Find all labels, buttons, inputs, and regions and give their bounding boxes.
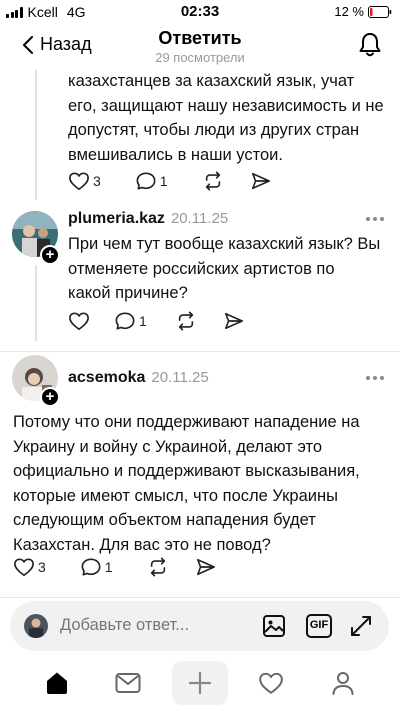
tab-create[interactable] [172, 661, 228, 705]
thread-line [35, 265, 37, 341]
status-right: 12 % [334, 4, 392, 19]
username[interactable]: acsemoka [68, 369, 145, 387]
own-avatar [24, 614, 48, 638]
plus-icon [189, 672, 211, 694]
tab-inbox[interactable] [100, 661, 156, 705]
expand-icon [351, 616, 371, 636]
thread-line [35, 70, 37, 200]
comment-text: Потому что они поддерживают нападение на… [13, 410, 360, 557]
divider [0, 351, 400, 352]
send-icon [224, 312, 243, 330]
comment-line: Казахстан. Для вас это не повод? [13, 535, 271, 554]
share-button[interactable] [223, 311, 245, 331]
repost-icon [150, 557, 165, 577]
comment-line: которые имеют смысл, что после Украины [13, 486, 338, 505]
page-title: Ответить [158, 28, 242, 48]
heart-icon [14, 558, 34, 576]
like-button[interactable]: 3 [68, 171, 101, 191]
tab-home[interactable] [29, 661, 85, 705]
comment-actions: 3 1 [68, 170, 272, 192]
comment-header: plumeria.kaz 20.11.25 [68, 210, 228, 228]
comment-icon [115, 312, 135, 330]
heart-icon [69, 312, 89, 330]
mail-icon [115, 673, 141, 693]
gif-button[interactable]: GIF [306, 614, 332, 643]
status-bar: Kcell 4G 02:33 12 % [0, 0, 400, 24]
more-options-icon[interactable] [366, 376, 384, 380]
comment-line: Украину и войну с Украиной, делают это [13, 437, 323, 456]
reply-composer: GIF [10, 601, 389, 651]
reply-input[interactable] [60, 616, 240, 635]
share-button[interactable] [195, 557, 217, 577]
comment-line: следующим объектом нападения будет [13, 511, 316, 529]
comment-line: допустят, чтобы люди из других стран [68, 121, 360, 139]
follow-plus-icon[interactable]: + [40, 387, 60, 407]
reply-button[interactable]: 1 [135, 171, 168, 191]
reply-count: 1 [139, 313, 147, 329]
image-button[interactable] [262, 614, 286, 643]
like-count: 3 [38, 559, 46, 575]
divider [0, 597, 400, 598]
comment-actions: 3 1 [13, 556, 217, 578]
comment-text: При чем тут вообще казахский язык? Вы от… [68, 232, 380, 306]
send-icon [251, 172, 270, 190]
more-options-icon[interactable] [366, 217, 384, 221]
comment-line: какой причине? [68, 284, 188, 302]
expand-button[interactable] [349, 614, 373, 643]
notifications-button[interactable] [358, 32, 382, 63]
reply-count: 1 [104, 559, 113, 575]
image-icon [263, 615, 285, 637]
tab-activity[interactable] [243, 661, 299, 705]
comment-line: казахстанцев за казахский язык, учат [68, 72, 355, 90]
home-icon [47, 672, 67, 694]
comment-line: официально и поддерживают высказывания, [13, 462, 360, 480]
reply-button[interactable]: 1 [114, 311, 147, 331]
comment-icon [136, 172, 156, 190]
follow-plus-icon[interactable]: + [40, 245, 60, 265]
comment-line: При чем тут вообще казахский язык? Вы [68, 235, 381, 253]
share-button[interactable] [250, 171, 272, 191]
comment-text: казахстанцев за казахский язык, учат его… [68, 69, 384, 167]
comment-header: acsemoka 20.11.25 [68, 369, 209, 387]
comment-line: отменяете российских артистов по [68, 259, 335, 278]
gif-label: GIF [309, 619, 329, 631]
heart-icon [259, 672, 283, 694]
comment-line: вмешивались в наши устои. [68, 145, 283, 164]
comment-icon [81, 558, 101, 576]
reply-count: 1 [159, 173, 168, 189]
battery-icon [368, 5, 392, 18]
comment-date: 20.11.25 [170, 210, 229, 227]
tab-profile[interactable] [315, 661, 371, 705]
heart-icon [69, 172, 89, 190]
comment-line: Потому что они поддерживают нападение на [13, 413, 360, 431]
navigation-bar: Назад Ответить 29 посмотрели [0, 24, 400, 70]
like-button[interactable]: 3 [13, 557, 46, 577]
repost-button[interactable] [147, 557, 169, 577]
username[interactable]: plumeria.kaz [68, 210, 165, 228]
like-count: 3 [93, 173, 101, 189]
view-count: 29 посмотрели [155, 50, 245, 65]
battery-percent: 12 % [334, 4, 364, 19]
repost-button[interactable] [202, 171, 224, 191]
repost-button[interactable] [175, 311, 197, 331]
repost-icon [205, 171, 220, 191]
send-icon [196, 558, 215, 576]
reply-button[interactable]: 1 [80, 557, 113, 577]
comment-line: его, защищают нашу независимость и не [68, 96, 384, 115]
like-button[interactable] [68, 311, 90, 331]
repost-icon [178, 311, 193, 331]
comment-date: 20.11.25 [151, 369, 209, 386]
profile-icon [332, 672, 354, 695]
tab-bar [0, 655, 400, 711]
avatar-image [24, 614, 48, 638]
comment-actions: 1 [68, 310, 245, 332]
bell-icon [359, 33, 381, 57]
